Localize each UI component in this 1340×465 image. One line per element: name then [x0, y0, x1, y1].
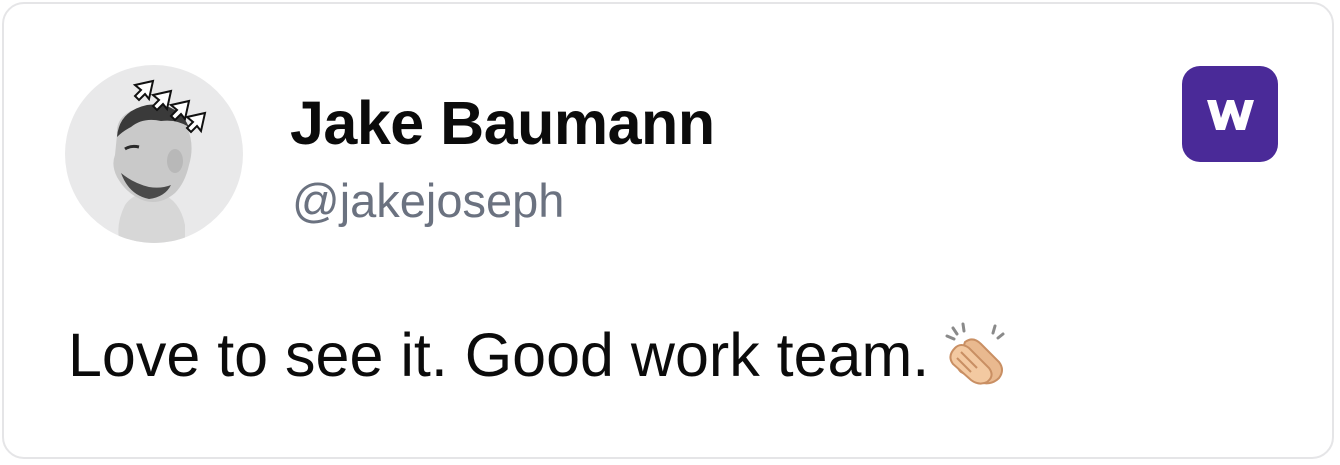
author-handle[interactable]: @jakejoseph — [292, 175, 564, 227]
w-logo-icon — [1207, 100, 1254, 130]
post-card: Jake Baumann @jakejoseph Love to see it.… — [2, 2, 1334, 459]
brand-logo[interactable] — [1182, 66, 1278, 162]
post-message-text: Love to see it. Good work team. — [68, 321, 930, 389]
profile-photo-icon — [113, 79, 207, 243]
author-name[interactable]: Jake Baumann — [290, 89, 715, 157]
clapping-hands-icon — [943, 322, 1007, 386]
post-message: Love to see it. Good work team. — [68, 321, 1007, 389]
avatar[interactable] — [65, 65, 243, 243]
